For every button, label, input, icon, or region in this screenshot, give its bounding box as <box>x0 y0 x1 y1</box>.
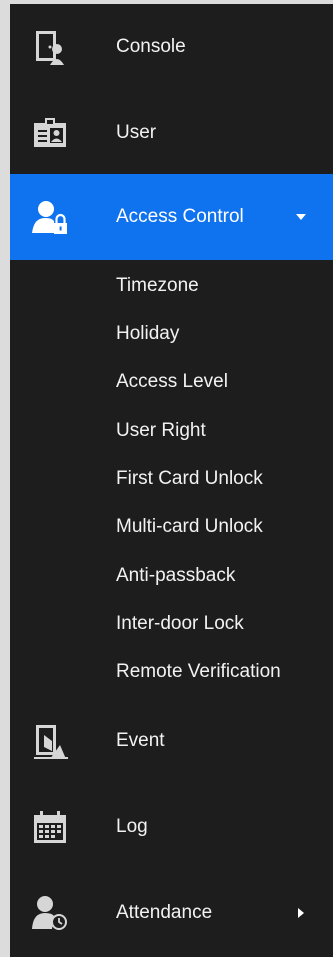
sidebar-item-access-control[interactable]: Access Control <box>10 174 333 260</box>
submenu-item-remote-verification[interactable]: Remote Verification <box>116 658 281 686</box>
sidebar-menu: Console User Access Control Timezone Hol… <box>10 4 333 957</box>
sidebar-item-console[interactable]: Console <box>10 4 333 90</box>
sidebar-item-label: Event <box>116 730 165 751</box>
door-person-icon <box>36 31 64 65</box>
sidebar-item-event[interactable]: Event <box>10 698 333 784</box>
sidebar-item-label: Log <box>116 816 148 837</box>
sidebar-item-label: Access Control <box>116 206 244 227</box>
submenu-item-timezone[interactable]: Timezone <box>116 272 199 300</box>
sidebar-item-log[interactable]: Log <box>10 784 333 870</box>
door-event-icon <box>34 725 68 759</box>
submenu-item-user-right[interactable]: User Right <box>116 417 206 445</box>
person-clock-icon <box>32 896 67 930</box>
submenu-item-multi-card-unlock[interactable]: Multi-card Unlock <box>116 513 263 541</box>
submenu-item-holiday[interactable]: Holiday <box>116 320 179 348</box>
chevron-right-icon[interactable] <box>295 907 307 919</box>
sidebar-item-user[interactable]: User <box>10 90 333 176</box>
submenu-item-access-level[interactable]: Access Level <box>116 368 228 396</box>
submenu-item-inter-door-lock[interactable]: Inter-door Lock <box>116 610 244 638</box>
submenu-item-anti-passback[interactable]: Anti-passback <box>116 562 235 590</box>
submenu-item-first-card-unlock[interactable]: First Card Unlock <box>116 465 263 493</box>
sidebar-item-label: Console <box>116 36 186 57</box>
chevron-down-icon[interactable] <box>295 211 307 223</box>
sidebar-item-attendance[interactable]: Attendance <box>10 870 333 956</box>
person-lock-icon <box>32 201 67 234</box>
sidebar-item-label: Attendance <box>116 902 213 923</box>
page-frame: Console User Access Control Timezone Hol… <box>0 0 333 957</box>
id-card-icon <box>34 118 66 147</box>
calendar-icon <box>34 811 66 843</box>
sidebar-item-label: User <box>116 122 157 143</box>
